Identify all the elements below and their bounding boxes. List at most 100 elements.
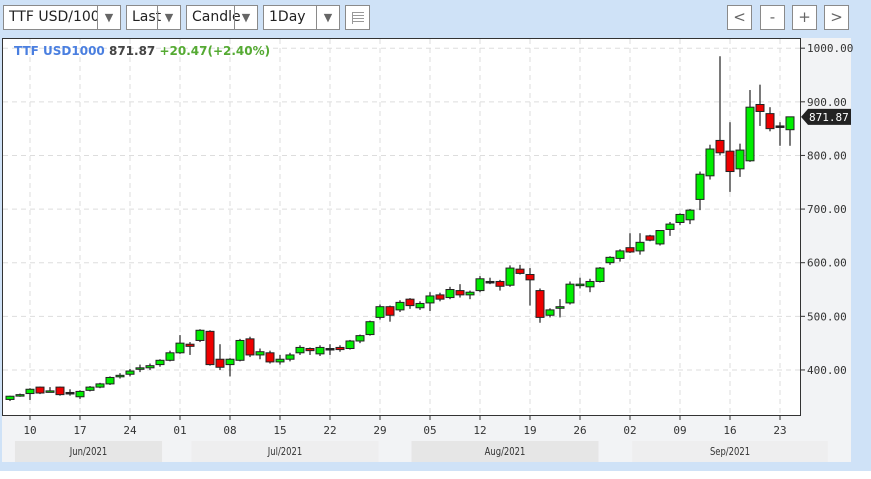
x-tick-label: 19: [523, 424, 536, 437]
candle-body: [345, 340, 355, 350]
candle-body: [295, 346, 305, 354]
candle-body: [745, 106, 755, 162]
candle-body: [185, 343, 195, 347]
legend-last-price: 871.87: [108, 44, 156, 58]
candle-body: [565, 283, 575, 304]
candle-body: [95, 383, 105, 388]
x-tick-label: 12: [473, 424, 486, 437]
candle-body: [175, 342, 185, 354]
candle-body: [325, 348, 335, 351]
y-tick-label: 1000.00: [807, 42, 853, 55]
candle-body: [585, 280, 595, 288]
candle-body: [225, 358, 235, 366]
candle-body: [35, 386, 45, 394]
candle-body: [505, 267, 515, 286]
candle-body: [15, 394, 25, 397]
candle-body: [475, 278, 485, 292]
candle-body: [355, 335, 365, 342]
candle-body: [365, 321, 375, 336]
candle-body: [255, 351, 265, 356]
candle-body: [75, 390, 85, 398]
candle-body: [465, 291, 475, 296]
candle-body: [595, 267, 605, 282]
candle-body: [395, 301, 405, 311]
candle-body: [385, 306, 395, 316]
candle-body: [45, 390, 55, 393]
y-tick-label: 500.00: [807, 310, 847, 323]
x-tick-label: 24: [123, 424, 137, 437]
candle-body: [545, 309, 555, 316]
candle-body: [625, 247, 635, 253]
candle-body: [25, 388, 35, 395]
candle-body: [285, 354, 295, 360]
candle-body: [785, 116, 795, 131]
candle-body: [125, 370, 135, 375]
candle-body: [675, 213, 685, 223]
candle-body: [705, 148, 715, 177]
candle-body: [615, 250, 625, 259]
candle-body: [315, 346, 325, 355]
last-price-label: 871.87: [809, 111, 849, 124]
candle-body: [725, 150, 735, 173]
candle-body: [65, 391, 75, 395]
candle-body: [55, 386, 65, 396]
candle-body: [275, 358, 285, 363]
candle-body: [415, 302, 425, 309]
candle-body: [375, 306, 385, 318]
legend-change: +20.47(+2.40%): [159, 44, 271, 58]
y-tick-label: 600.00: [807, 257, 847, 270]
candle-body: [515, 268, 525, 274]
candle-body: [605, 256, 615, 264]
candle-body: [165, 352, 175, 361]
candle-body: [495, 280, 505, 287]
candle-body: [715, 139, 725, 154]
x-tick-label: 29: [373, 424, 386, 437]
x-tick-label: 08: [223, 424, 236, 437]
x-tick-label: 01: [173, 424, 186, 437]
candle-body: [425, 295, 435, 304]
candle-body: [265, 352, 275, 363]
candlestick-chart: 400.00 500.00 600.00 700.00 800.00 900.00 1000…: [3, 39, 853, 437]
candle-body: [305, 348, 315, 352]
candle-body: [735, 149, 745, 170]
candle-body: [5, 395, 15, 400]
candle-body: [755, 103, 765, 112]
candle-body: [635, 241, 645, 252]
y-tick-label: 900.00: [807, 96, 847, 109]
chart-legend: TTF USD1000 871.87 +20.47(+2.40%): [14, 44, 270, 58]
candle-body: [335, 346, 345, 351]
candle-body: [445, 289, 455, 299]
candle-body: [485, 280, 495, 284]
candle-body: [145, 365, 155, 369]
x-tick-label: 16: [723, 424, 736, 437]
candle-body: [405, 298, 415, 307]
candle-body: [135, 367, 145, 370]
x-tick-label: 17: [73, 424, 86, 437]
candle-body: [115, 374, 125, 378]
x-tick-label: 26: [573, 424, 586, 437]
candle-body: [555, 306, 565, 309]
y-tick-label: 400.00: [807, 364, 847, 377]
candle-body: [85, 386, 95, 391]
candle-body: [685, 209, 695, 221]
candle-body: [105, 376, 115, 385]
x-tick-label: 22: [323, 424, 336, 437]
y-tick-label: 700.00: [807, 203, 847, 216]
x-tick-label: 15: [273, 424, 286, 437]
candle-body: [235, 339, 245, 361]
candle-body: [525, 273, 535, 281]
legend-symbol: TTF USD1000: [14, 44, 105, 58]
candle-body: [695, 173, 705, 200]
y-tick-label: 800.00: [807, 149, 847, 162]
x-tick-label: 23: [773, 424, 786, 437]
candle-body: [205, 330, 215, 366]
candle-body: [535, 290, 545, 318]
candle-body: [655, 230, 665, 245]
candle-body: [215, 358, 225, 368]
x-tick-label: 02: [623, 424, 636, 437]
candle-body: [455, 290, 465, 296]
candle-body: [195, 329, 205, 341]
candle-body: [665, 223, 675, 230]
x-tick-label: 09: [673, 424, 686, 437]
x-tick-label: 10: [23, 424, 36, 437]
